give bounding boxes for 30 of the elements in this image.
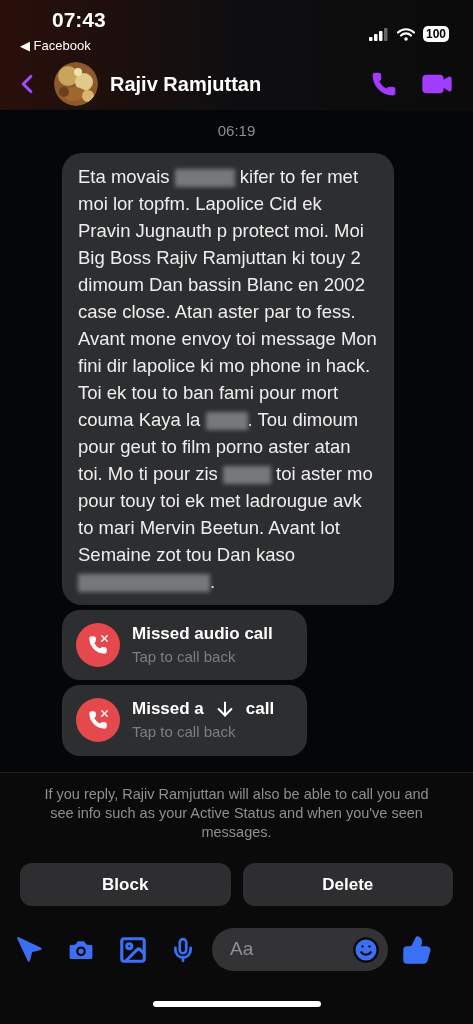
missed-call-card[interactable]: Missed audio call Tap to call back <box>62 609 307 680</box>
call-subtitle: Tap to call back <box>132 722 237 742</box>
missed-call-icon <box>76 698 120 743</box>
blurred-redaction <box>222 465 271 484</box>
call-title: call <box>245 698 275 720</box>
call-subtitle: Tap to call back <box>132 646 237 667</box>
status-time: 07:43 <box>52 8 106 32</box>
phone-icon[interactable] <box>371 70 397 97</box>
wifi-icon <box>396 27 415 41</box>
signal-icon <box>368 27 389 41</box>
message-timestamp: 06:19 <box>217 121 256 141</box>
contact-name: Rajiv Ramjuttan <box>110 71 262 97</box>
location-arrow-icon[interactable] <box>16 935 44 964</box>
message-composer[interactable]: Aa <box>212 928 388 971</box>
battery-indicator: 100 <box>422 26 449 42</box>
back-to-app-link[interactable]: ◀ Facebook <box>20 36 106 56</box>
reply-notice: If you reply, Rajiv Ramjuttan will also be able to call you and see info such as your Active Status and when you've seen messages. <box>43 785 430 842</box>
missed-call-icon <box>76 622 120 667</box>
emoji-icon[interactable] <box>352 935 380 964</box>
like-icon[interactable] <box>402 934 432 965</box>
blurred-redaction <box>174 168 235 187</box>
missed-call-card[interactable]: Missed a call Tap to call back <box>62 685 307 756</box>
action-button[interactable]: Block <box>20 863 231 906</box>
gallery-icon[interactable] <box>118 934 148 965</box>
call-title: Missed audio call <box>132 622 273 645</box>
message-bubble: Eta movais kifer to fer met moi lor topfm. Lapolice Cid ek Pravin Jugnauth p protect moi. Moi Big Boss Rajiv Ramjuttan ki touy 2 dimoum Dan bassin Blanc en 2002 case close. Atan aster par to fess. Avant mone envoy toi message Mon fini dir lapolice ki mo phone in hack. Toi ek tou to ban fami pour mort couma Kaya la . Tou dimoum pour geut to film porno aster atan toi. Mo ti pour zis toi aster mo pour touy toi ek met ladrougue avk to mari Mervin Beetun. Avant lot Semaine zot tou Dan kaso . <box>62 152 394 605</box>
action-button[interactable]: Delete <box>242 863 453 906</box>
blurred-redaction <box>205 411 248 430</box>
call-title: Missed a <box>132 698 204 720</box>
message-input-field[interactable]: Aa <box>230 935 352 964</box>
